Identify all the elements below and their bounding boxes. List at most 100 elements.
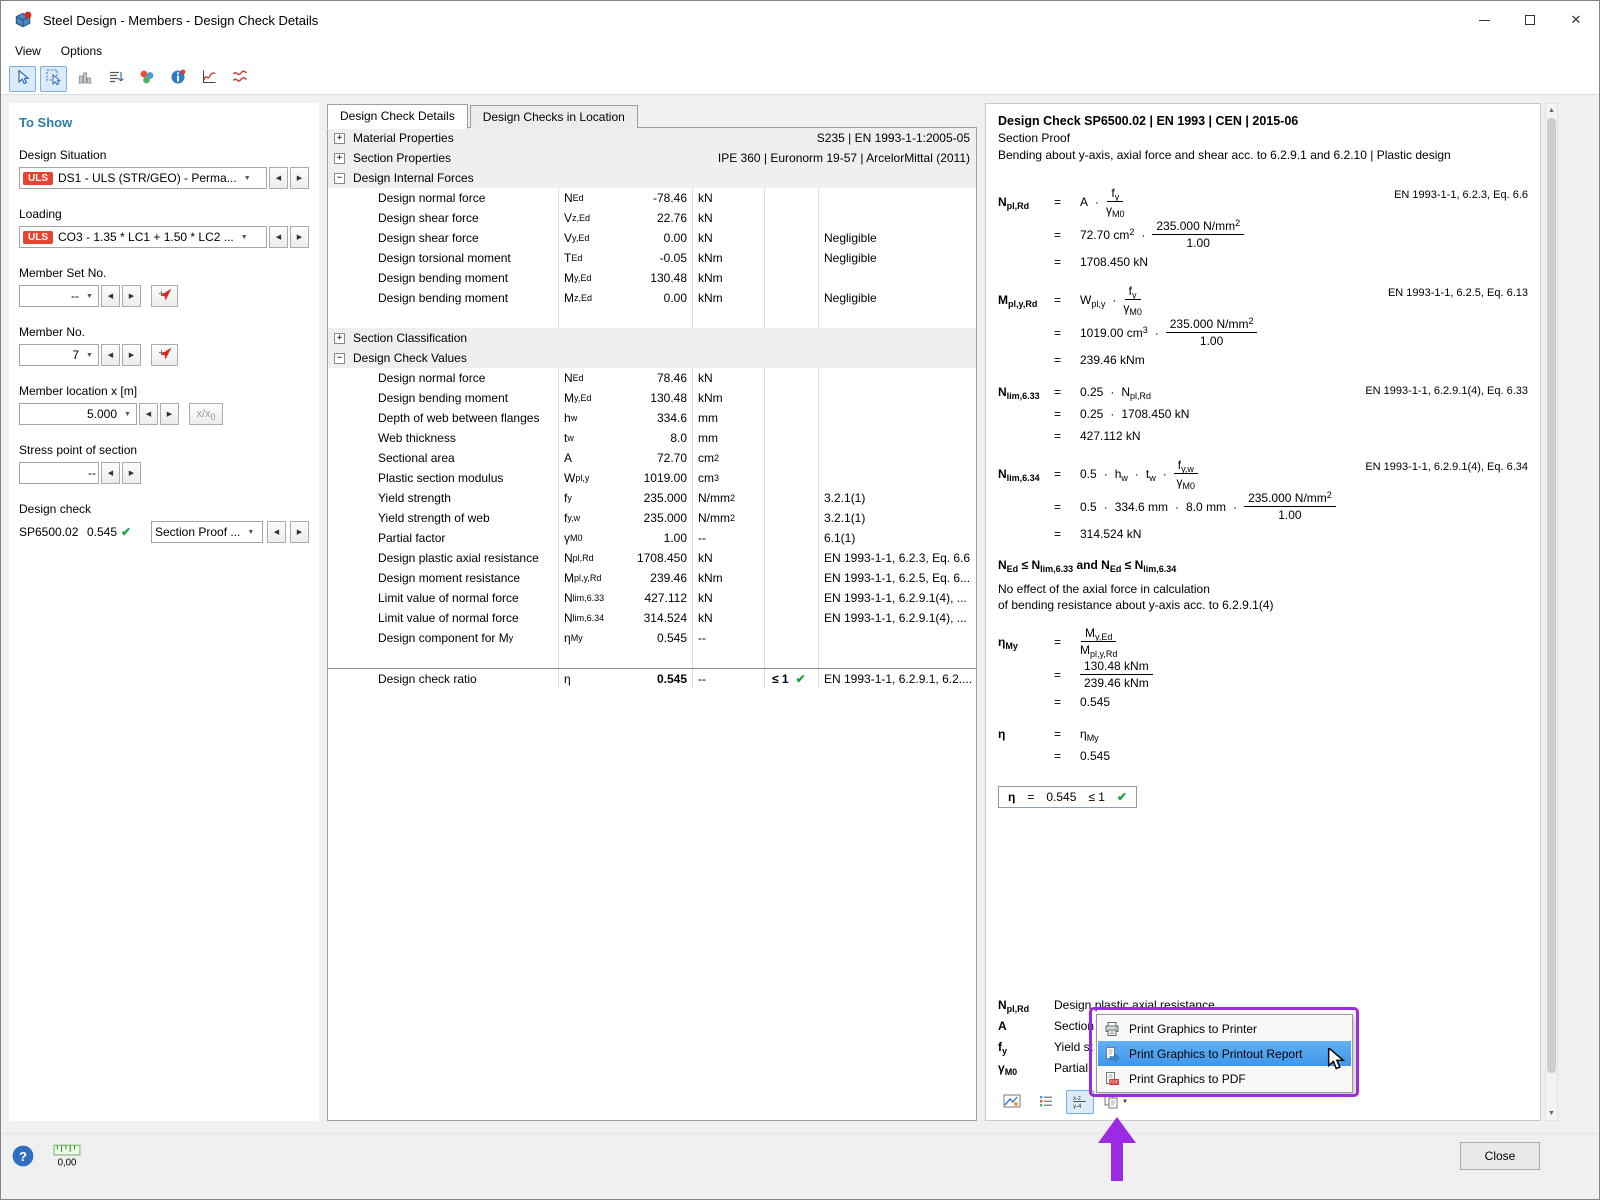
table-section-row[interactable]: +Material PropertiesS235 | EN 1993-1-1:2…	[328, 128, 976, 148]
tab-design-checks-in-location[interactable]: Design Checks in Location	[470, 105, 638, 128]
design-situation-next-button[interactable]: ▶	[290, 167, 309, 189]
cell-limit	[764, 488, 818, 508]
table-row[interactable]: Design bending momentMz,Ed0.00kNmNegligi…	[328, 288, 976, 308]
table-row[interactable]: Design bending momentMy,Ed130.48kNm	[328, 388, 976, 408]
table-section-row[interactable]: −Design Internal Forces	[328, 168, 976, 188]
svg-text:y-4: y-4	[1073, 1104, 1082, 1109]
scroll-up-button[interactable]: ▲	[1546, 104, 1557, 117]
table-row[interactable]: Sectional areaA72.70cm2	[328, 448, 976, 468]
table-row[interactable]: Design plastic axial resistanceNpl,Rd170…	[328, 548, 976, 568]
measure-button[interactable]: 0,00	[53, 1142, 81, 1170]
context-menu-item[interactable]: Print Graphics to Printout Report	[1098, 1041, 1351, 1066]
expand-icon[interactable]: +	[334, 133, 345, 144]
table-row[interactable]: Design shear forceVz,Ed22.76kN	[328, 208, 976, 228]
copy-button[interactable]: ▼	[1100, 1090, 1131, 1114]
member-no-prev-button[interactable]: ◀	[101, 344, 120, 366]
stress-point-select[interactable]: --	[19, 462, 99, 484]
table-row[interactable]: Design bending momentMy,Ed130.48kNm	[328, 268, 976, 288]
menu-options[interactable]: Options	[51, 41, 112, 61]
maximize-button[interactable]	[1507, 1, 1553, 39]
select-button[interactable]	[9, 66, 36, 92]
stress-point-prev-button[interactable]: ◀	[101, 462, 120, 484]
info-button[interactable]	[164, 66, 191, 92]
table-row[interactable]: Plastic section modulusWpl,y1019.00cm3	[328, 468, 976, 488]
table-row[interactable]: Design moment resistanceMpl,y,Rd239.46kN…	[328, 568, 976, 588]
table-row[interactable]: Design normal forceNEd-78.46kN	[328, 188, 976, 208]
table-row[interactable]: Design shear forceVy,Ed0.00kNNegligible	[328, 228, 976, 248]
context-menu-item[interactable]: PDFPrint Graphics to PDF	[1098, 1066, 1351, 1091]
context-menu-item[interactable]: Print Graphics to Printer	[1098, 1016, 1351, 1041]
table-row[interactable]: Web thicknesstw8.0mm	[328, 428, 976, 448]
tab-design-check-details[interactable]: Design Check Details	[327, 104, 468, 129]
minimize-button[interactable]	[1461, 1, 1507, 39]
table-section-row[interactable]: −Design Check Values	[328, 348, 976, 368]
loading-select[interactable]: ULS CO3 - 1.35 * LC1 + 1.50 * LC2 ... ▼	[19, 226, 267, 248]
cell-val: -0.05	[620, 248, 692, 268]
expand-icon[interactable]: +	[334, 333, 345, 344]
proof-note-line1: No effect of the axial force in calculat…	[998, 582, 1528, 596]
collapse-icon[interactable]: −	[334, 353, 345, 364]
scroll-down-button[interactable]: ▼	[1546, 1107, 1557, 1120]
table-row[interactable]: Depth of web between flangeshw334.6mm	[328, 408, 976, 428]
help-button[interactable]: ?	[11, 1144, 35, 1168]
graphic-button[interactable]	[998, 1090, 1026, 1114]
table-row[interactable]: Design component for MyηMy0.545--	[328, 628, 976, 648]
pick-member-button[interactable]	[151, 344, 178, 366]
stress-point-next-button[interactable]: ▶	[122, 462, 141, 484]
table-row[interactable]: Partial factorγM01.00--6.1(1)	[328, 528, 976, 548]
multiply-operator: ·	[1104, 500, 1108, 514]
pick-member-set-button[interactable]	[151, 285, 178, 307]
table-row[interactable]: Yield strength of webfy,w235.000N/mm23.2…	[328, 508, 976, 528]
cell-limit	[764, 508, 818, 528]
svg-text:?: ?	[19, 1149, 27, 1164]
scrollbar-thumb[interactable]	[1547, 118, 1556, 1073]
equals-sign: =	[1054, 228, 1080, 242]
table-row[interactable]: Yield strengthfy235.000N/mm23.2.1(1)	[328, 488, 976, 508]
cell-unit	[692, 648, 764, 668]
legend-button[interactable]	[1032, 1090, 1060, 1114]
expand-icon[interactable]: +	[334, 153, 345, 164]
table-row[interactable]: Design normal forceNEd78.46kN	[328, 368, 976, 388]
member-set-next-button[interactable]: ▶	[122, 285, 141, 307]
box-select-button[interactable]	[40, 66, 67, 92]
member-set-select[interactable]: -- ▼	[19, 285, 99, 307]
member-no-select[interactable]: 7 ▼	[19, 344, 99, 366]
equals-sign: =	[1054, 635, 1080, 649]
member-set-label: Member Set No.	[19, 266, 309, 280]
design-ratio-row[interactable]: Design check ratioη0.545--≤ 1✔EN 1993-1-…	[328, 668, 976, 688]
table-section-row[interactable]: +Section PropertiesIPE 360 | Euronorm 19…	[328, 148, 976, 168]
close-button[interactable]: Close	[1460, 1142, 1540, 1170]
design-check-prev-button[interactable]: ◀	[267, 521, 286, 543]
x-x0-toggle-button[interactable]: x/x0	[189, 403, 223, 425]
diagram-button[interactable]	[195, 66, 222, 92]
vertical-scrollbar[interactable]: ▲ ▼	[1545, 103, 1558, 1121]
member-location-prev-button[interactable]: ◀	[139, 403, 158, 425]
table-row[interactable]: Limit value of normal forceNlim,6.33427.…	[328, 588, 976, 608]
levels-button[interactable]	[102, 66, 129, 92]
cell-desc: Web thickness	[328, 428, 558, 448]
design-situation-prev-button[interactable]: ◀	[269, 167, 288, 189]
design-situation-select[interactable]: ULS DS1 - ULS (STR/GEO) - Perma... ▼	[19, 167, 267, 189]
cell-unit: kN	[692, 588, 764, 608]
design-check-select[interactable]: Section Proof ... ▼	[151, 521, 263, 543]
spheres-button[interactable]	[133, 66, 160, 92]
collapse-icon[interactable]: −	[334, 173, 345, 184]
equals-sign: =	[1054, 727, 1080, 741]
table-section-row[interactable]: +Section Classification	[328, 328, 976, 348]
dropdown-arrow-icon[interactable]: ▼	[1122, 1099, 1128, 1105]
table-row[interactable]: Design torsional momentTEd-0.05kNmNeglig…	[328, 248, 976, 268]
reference-toggle-button[interactable]: x-zy-4	[1066, 1090, 1094, 1114]
member-no-next-button[interactable]: ▶	[122, 344, 141, 366]
design-check-next-button[interactable]: ▶	[290, 521, 309, 543]
loading-prev-button[interactable]: ◀	[269, 226, 288, 248]
menu-view[interactable]: View	[5, 41, 51, 61]
member-location-select[interactable]: 5.000 ▼	[19, 403, 137, 425]
loading-next-button[interactable]: ▶	[290, 226, 309, 248]
member-location-next-button[interactable]: ▶	[160, 403, 179, 425]
close-window-button[interactable]: ✕	[1553, 1, 1599, 39]
table-row[interactable]: Limit value of normal forceNlim,6.34314.…	[328, 608, 976, 628]
cell-val: 0.545	[620, 628, 692, 648]
member-set-prev-button[interactable]: ◀	[101, 285, 120, 307]
result-bars-button[interactable]	[71, 66, 98, 92]
curves-button[interactable]	[226, 66, 253, 92]
